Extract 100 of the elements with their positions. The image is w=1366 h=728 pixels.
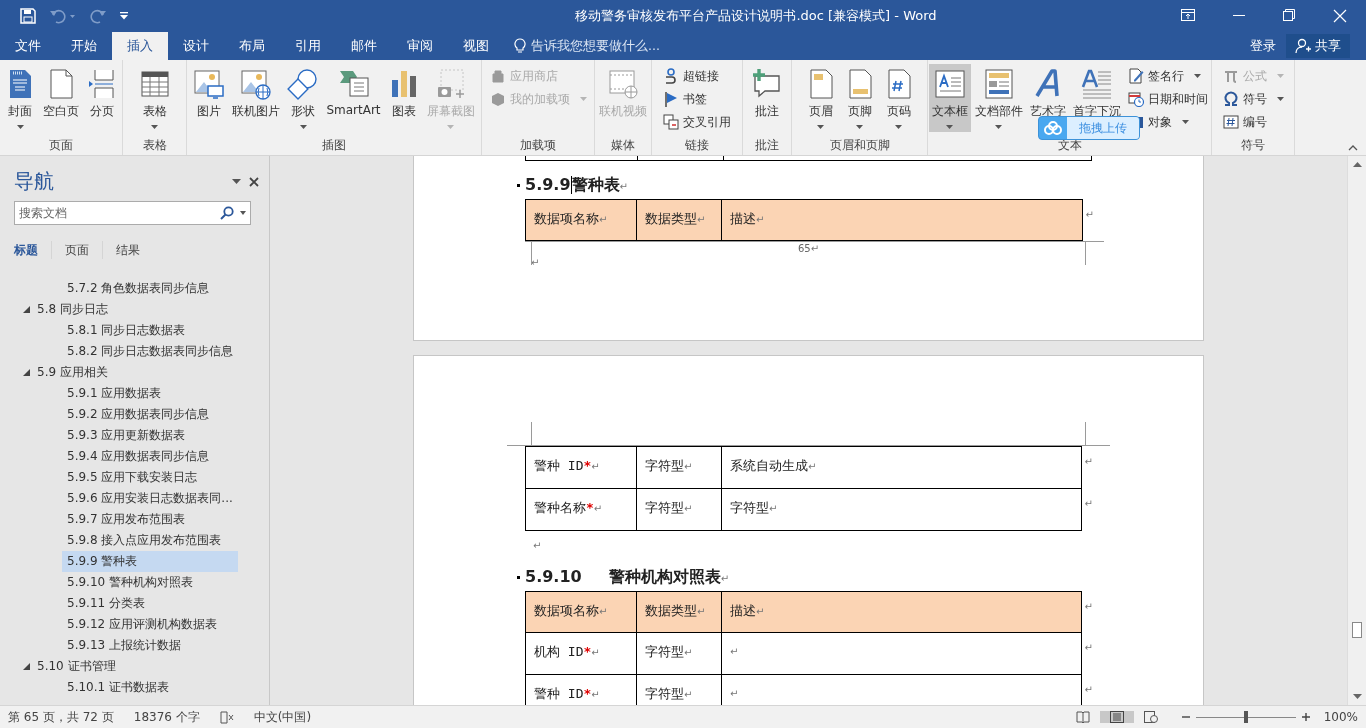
close-icon	[249, 176, 259, 187]
table-icon	[138, 68, 171, 100]
row-end-mark: ↵	[1084, 641, 1093, 653]
upload-label: 拖拽上传	[1067, 117, 1139, 139]
web-layout-icon	[1143, 711, 1158, 723]
ribbon-button[interactable]: 符号	[1222, 89, 1284, 109]
heading-item[interactable]: 5.9.5 应用下载安装日志	[0, 467, 238, 488]
hyperlink-icon	[663, 68, 679, 84]
ribbon-button[interactable]: 签名行	[1127, 66, 1208, 86]
ribbon-button[interactable]: 文本框	[928, 64, 971, 132]
ribbon-button[interactable]: 书签	[663, 89, 731, 109]
ribbon-button[interactable]: 图片	[190, 64, 229, 132]
ribbon-display-icon	[1181, 9, 1195, 21]
caret-icon	[447, 125, 455, 129]
ribbon-tab[interactable]: 邮件	[336, 32, 392, 60]
table-cell: 描述↵	[721, 199, 1083, 241]
pane-tab[interactable]: 结果	[116, 241, 153, 259]
comment-icon	[751, 68, 783, 100]
table-cell: ↵	[721, 632, 1082, 675]
ribbon-button[interactable]: 形状	[284, 64, 323, 132]
text-box-icon	[933, 68, 966, 100]
section-heading: 5.9.9警种表↵	[517, 171, 1092, 199]
caret-icon	[16, 125, 24, 129]
ribbon-button[interactable]: 超链接	[663, 66, 731, 86]
ribbon-button[interactable]: 封面	[1, 64, 39, 132]
caret-icon	[1276, 97, 1284, 101]
heading-item[interactable]: 5.9.7 应用发布范围表	[0, 509, 238, 530]
ribbon-tab[interactable]: 插入	[112, 32, 168, 60]
row-end-mark: ↵	[1084, 683, 1093, 695]
heading-item[interactable]: 5.9.2 应用数据表同步信息	[0, 404, 238, 425]
word-count[interactable]: 18376 个字	[133, 708, 200, 726]
heading-item[interactable]: 5.9.12 应用评测机构数据表	[0, 614, 238, 635]
caret-icon	[995, 125, 1002, 129]
pi-icon	[1222, 68, 1239, 84]
heading-item[interactable]: 5.9.1 应用数据表	[0, 383, 238, 404]
sign-in-link[interactable]: 登录	[1240, 32, 1286, 60]
zoom-level[interactable]: 100%	[1323, 710, 1358, 724]
search-field[interactable]: 搜索文档	[14, 201, 251, 225]
pane-tab[interactable]: 页面	[65, 241, 103, 259]
expanded-icon	[23, 663, 30, 670]
ribbon-tab[interactable]: 引用	[280, 32, 336, 60]
heading-item[interactable]: 5.9.13 上报统计数据	[0, 635, 238, 656]
signature-line-icon	[1127, 68, 1144, 84]
heading-item[interactable]: 5.9.8 接入点应用发布范围表	[0, 530, 238, 551]
heading-item[interactable]: 5.8 同步日志	[0, 299, 238, 320]
heading-item[interactable]: 5.9 应用相关	[0, 362, 238, 383]
print-layout-icon	[1109, 711, 1124, 723]
number-icon	[1222, 114, 1239, 130]
heading-item[interactable]: 5.9.4 应用数据表同步信息	[0, 446, 238, 467]
heading-item[interactable]: 5.8.1 同步日志数据表	[0, 320, 238, 341]
lightbulb-icon	[514, 38, 526, 54]
ribbon-tab[interactable]: 文件	[0, 32, 56, 60]
search-icon	[220, 206, 234, 220]
ribbon-tab[interactable]: 开始	[56, 32, 112, 60]
ribbon-tab[interactable]: 设计	[168, 32, 224, 60]
ribbon-button[interactable]: 页眉	[801, 64, 840, 132]
ribbon-button[interactable]: 页脚	[840, 64, 879, 132]
ribbon-button[interactable]: 交叉引用	[663, 112, 731, 132]
page-count[interactable]: 第 65 页，共 72 页	[8, 708, 114, 726]
heading-item[interactable]: 5.10.1 证书数据表	[0, 677, 238, 698]
caret-icon	[1181, 120, 1189, 124]
ribbon-button[interactable]: 批注	[748, 64, 786, 132]
ribbon-button[interactable]: SmartArt	[323, 64, 384, 132]
paragraph-mark: ↵	[531, 257, 540, 268]
ribbon-button[interactable]: 编号	[1222, 112, 1284, 132]
caret-icon	[579, 97, 587, 101]
ribbon-button[interactable]: 表格	[135, 64, 174, 132]
ribbon-tab[interactable]: 审阅	[392, 32, 448, 60]
heading-item[interactable]: 5.7.2 角色数据表同步信息	[0, 278, 238, 299]
heading-item[interactable]: 5.9.6 应用安装日志数据表同...	[0, 488, 238, 509]
caret-icon	[1193, 74, 1201, 78]
row-end-mark: ↵	[1084, 600, 1093, 612]
ribbon-button[interactable]: 空白页	[40, 64, 82, 132]
window-title: 移动警务审核发布平台产品设计说明书.doc [兼容模式] - Word	[574, 7, 938, 25]
ribbon-button[interactable]: 联机图片	[229, 64, 284, 132]
ribbon-button[interactable]: 图表	[384, 64, 423, 132]
drop-cap-icon	[1080, 68, 1113, 100]
heading-item[interactable]: 5.9.9 警种表	[62, 551, 238, 572]
ribbon-button[interactable]: 分页	[83, 64, 121, 132]
pane-tab[interactable]: 标题	[14, 241, 52, 259]
table-cell: 数据项名称↵	[525, 199, 637, 241]
heading-item[interactable]: 5.9.11 分类表	[0, 593, 238, 614]
heading-item[interactable]: 5.10 证书管理	[0, 656, 238, 677]
customize-icon	[120, 12, 128, 20]
heading-item[interactable]: 5.8.2 同步日志数据表同步信息	[0, 341, 238, 362]
cross-reference-icon	[663, 114, 679, 130]
heading-item[interactable]: 5.9.10 警种机构对照表	[0, 572, 238, 593]
ribbon-button[interactable]: 页码	[879, 64, 918, 132]
tell-me-field[interactable]: 告诉我您想要做什么...	[531, 37, 660, 55]
share-button[interactable]: 共享	[1286, 34, 1350, 58]
language-indicator[interactable]: 中文(中国)	[253, 708, 312, 726]
ribbon-tab[interactable]: 布局	[224, 32, 280, 60]
ribbon-button[interactable]: 日期和时间	[1127, 89, 1208, 109]
heading-item[interactable]: 5.9.3 应用更新数据表	[0, 425, 238, 446]
ribbon-tab[interactable]: 视图	[448, 32, 504, 60]
group-label: 链接	[684, 137, 710, 154]
caret-icon	[895, 125, 902, 129]
row-end-mark: ↵	[1084, 455, 1093, 467]
zoom-thumb[interactable]	[1243, 711, 1248, 723]
ribbon-button[interactable]: 文档部件	[971, 64, 1026, 132]
